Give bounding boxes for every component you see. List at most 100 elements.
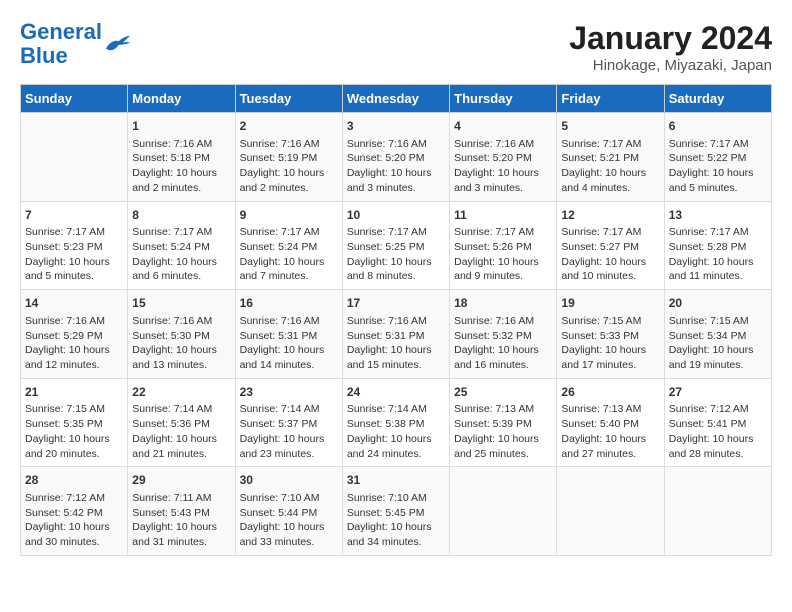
day-info: Sunrise: 7:17 AMSunset: 5:27 PMDaylight:… bbox=[561, 225, 659, 284]
day-info: Sunrise: 7:13 AMSunset: 5:40 PMDaylight:… bbox=[561, 402, 659, 461]
day-number: 3 bbox=[347, 118, 445, 135]
calendar-cell: 23Sunrise: 7:14 AMSunset: 5:37 PMDayligh… bbox=[235, 378, 342, 467]
day-number: 6 bbox=[669, 118, 767, 135]
day-info: Sunrise: 7:17 AMSunset: 5:28 PMDaylight:… bbox=[669, 225, 767, 284]
calendar-week-row: 1Sunrise: 7:16 AMSunset: 5:18 PMDaylight… bbox=[21, 113, 772, 202]
calendar-cell: 22Sunrise: 7:14 AMSunset: 5:36 PMDayligh… bbox=[128, 378, 235, 467]
day-number: 5 bbox=[561, 118, 659, 135]
day-info: Sunrise: 7:15 AMSunset: 5:34 PMDaylight:… bbox=[669, 314, 767, 373]
day-number: 27 bbox=[669, 384, 767, 401]
calendar-week-row: 21Sunrise: 7:15 AMSunset: 5:35 PMDayligh… bbox=[21, 378, 772, 467]
day-number: 8 bbox=[132, 207, 230, 224]
day-info: Sunrise: 7:12 AMSunset: 5:41 PMDaylight:… bbox=[669, 402, 767, 461]
day-number: 2 bbox=[240, 118, 338, 135]
day-info: Sunrise: 7:17 AMSunset: 5:24 PMDaylight:… bbox=[132, 225, 230, 284]
page-header: General Blue January 2024 Hinokage, Miya… bbox=[20, 20, 772, 74]
day-number: 23 bbox=[240, 384, 338, 401]
day-number: 24 bbox=[347, 384, 445, 401]
day-info: Sunrise: 7:15 AMSunset: 5:33 PMDaylight:… bbox=[561, 314, 659, 373]
calendar-cell: 3 Sunrise: 7:16 AMSunset: 5:20 PMDaylight… bbox=[342, 113, 449, 202]
day-info: Sunrise: 7:16 AMSunset: 5:20 PMDaylight:… bbox=[347, 137, 445, 196]
calendar-cell: 21Sunrise: 7:15 AMSunset: 5:35 PMDayligh… bbox=[21, 378, 128, 467]
calendar-cell: 31Sunrise: 7:10 AMSunset: 5:45 PMDayligh… bbox=[342, 467, 449, 556]
day-number: 13 bbox=[669, 207, 767, 224]
day-number: 30 bbox=[240, 472, 338, 489]
calendar-cell: 19 Sunrise: 7:15 AMSunset: 5:33 PMDayligh… bbox=[557, 290, 664, 379]
day-number: 21 bbox=[25, 384, 123, 401]
day-number: 7 bbox=[25, 207, 123, 224]
weekday-header-tuesday: Tuesday bbox=[235, 85, 342, 113]
calendar-week-row: 28 Sunrise: 7:12 AMSunset: 5:42 PMDayligh… bbox=[21, 467, 772, 556]
day-info: Sunrise: 7:17 AMSunset: 5:26 PMDaylight:… bbox=[454, 225, 552, 284]
calendar-cell: 4 Sunrise: 7:16 AMSunset: 5:20 PMDaylight… bbox=[450, 113, 557, 202]
calendar-cell: 6 Sunrise: 7:17 AMSunset: 5:22 PMDaylight… bbox=[664, 113, 771, 202]
day-info: Sunrise: 7:16 AMSunset: 5:31 PMDaylight:… bbox=[347, 314, 445, 373]
calendar-cell: 20Sunrise: 7:15 AMSunset: 5:34 PMDayligh… bbox=[664, 290, 771, 379]
day-number: 22 bbox=[132, 384, 230, 401]
day-info: Sunrise: 7:16 AMSunset: 5:31 PMDaylight:… bbox=[240, 314, 338, 373]
day-info: Sunrise: 7:16 AMSunset: 5:18 PMDaylight:… bbox=[132, 137, 230, 196]
day-info: Sunrise: 7:16 AMSunset: 5:19 PMDaylight:… bbox=[240, 137, 338, 196]
day-info: Sunrise: 7:14 AMSunset: 5:36 PMDaylight:… bbox=[132, 402, 230, 461]
calendar-cell: 17 Sunrise: 7:16 AMSunset: 5:31 PMDayligh… bbox=[342, 290, 449, 379]
day-info: Sunrise: 7:17 AMSunset: 5:25 PMDaylight:… bbox=[347, 225, 445, 284]
day-number: 14 bbox=[25, 295, 123, 312]
day-number: 4 bbox=[454, 118, 552, 135]
page-subtitle: Hinokage, Miyazaki, Japan bbox=[569, 57, 772, 74]
calendar-cell bbox=[664, 467, 771, 556]
day-info: Sunrise: 7:11 AMSunset: 5:43 PMDaylight:… bbox=[132, 491, 230, 550]
calendar-cell: 24Sunrise: 7:14 AMSunset: 5:38 PMDayligh… bbox=[342, 378, 449, 467]
day-info: Sunrise: 7:17 AMSunset: 5:23 PMDaylight:… bbox=[25, 225, 123, 284]
calendar-header-row: SundayMondayTuesdayWednesdayThursdayFrid… bbox=[21, 85, 772, 113]
day-info: Sunrise: 7:16 AMSunset: 5:30 PMDaylight:… bbox=[132, 314, 230, 373]
weekday-header-friday: Friday bbox=[557, 85, 664, 113]
day-number: 29 bbox=[132, 472, 230, 489]
day-info: Sunrise: 7:16 AMSunset: 5:29 PMDaylight:… bbox=[25, 314, 123, 373]
day-info: Sunrise: 7:12 AMSunset: 5:42 PMDaylight:… bbox=[25, 491, 123, 550]
day-info: Sunrise: 7:17 AMSunset: 5:21 PMDaylight:… bbox=[561, 137, 659, 196]
calendar-cell: 18Sunrise: 7:16 AMSunset: 5:32 PMDayligh… bbox=[450, 290, 557, 379]
calendar-cell: 12Sunrise: 7:17 AMSunset: 5:27 PMDayligh… bbox=[557, 201, 664, 290]
day-number: 10 bbox=[347, 207, 445, 224]
logo-bird-icon bbox=[104, 31, 132, 53]
calendar-cell: 13Sunrise: 7:17 AMSunset: 5:28 PMDayligh… bbox=[664, 201, 771, 290]
calendar-cell: 25Sunrise: 7:13 AMSunset: 5:39 PMDayligh… bbox=[450, 378, 557, 467]
calendar-cell: 26Sunrise: 7:13 AMSunset: 5:40 PMDayligh… bbox=[557, 378, 664, 467]
calendar-cell bbox=[450, 467, 557, 556]
calendar-cell: 10Sunrise: 7:17 AMSunset: 5:25 PMDayligh… bbox=[342, 201, 449, 290]
weekday-header-thursday: Thursday bbox=[450, 85, 557, 113]
calendar-cell: 16 Sunrise: 7:16 AMSunset: 5:31 PMDayligh… bbox=[235, 290, 342, 379]
logo: General Blue bbox=[20, 20, 132, 68]
day-info: Sunrise: 7:16 AMSunset: 5:20 PMDaylight:… bbox=[454, 137, 552, 196]
day-number: 12 bbox=[561, 207, 659, 224]
calendar-table: SundayMondayTuesdayWednesdayThursdayFrid… bbox=[20, 84, 772, 556]
calendar-cell: 15Sunrise: 7:16 AMSunset: 5:30 PMDayligh… bbox=[128, 290, 235, 379]
weekday-header-saturday: Saturday bbox=[664, 85, 771, 113]
day-info: Sunrise: 7:10 AMSunset: 5:45 PMDaylight:… bbox=[347, 491, 445, 550]
day-info: Sunrise: 7:16 AMSunset: 5:32 PMDaylight:… bbox=[454, 314, 552, 373]
weekday-header-sunday: Sunday bbox=[21, 85, 128, 113]
day-info: Sunrise: 7:13 AMSunset: 5:39 PMDaylight:… bbox=[454, 402, 552, 461]
calendar-cell: 29 Sunrise: 7:11 AMSunset: 5:43 PMDayligh… bbox=[128, 467, 235, 556]
day-number: 28 bbox=[25, 472, 123, 489]
day-info: Sunrise: 7:14 AMSunset: 5:38 PMDaylight:… bbox=[347, 402, 445, 461]
day-number: 16 bbox=[240, 295, 338, 312]
calendar-cell: 7Sunrise: 7:17 AMSunset: 5:23 PMDaylight… bbox=[21, 201, 128, 290]
day-number: 19 bbox=[561, 295, 659, 312]
day-number: 26 bbox=[561, 384, 659, 401]
day-info: Sunrise: 7:14 AMSunset: 5:37 PMDaylight:… bbox=[240, 402, 338, 461]
calendar-cell: 5 Sunrise: 7:17 AMSunset: 5:21 PMDaylight… bbox=[557, 113, 664, 202]
day-info: Sunrise: 7:15 AMSunset: 5:35 PMDaylight:… bbox=[25, 402, 123, 461]
day-number: 25 bbox=[454, 384, 552, 401]
calendar-cell: 9Sunrise: 7:17 AMSunset: 5:24 PMDaylight… bbox=[235, 201, 342, 290]
calendar-week-row: 7Sunrise: 7:17 AMSunset: 5:23 PMDaylight… bbox=[21, 201, 772, 290]
day-number: 11 bbox=[454, 207, 552, 224]
day-info: Sunrise: 7:17 AMSunset: 5:22 PMDaylight:… bbox=[669, 137, 767, 196]
page-title: January 2024 bbox=[569, 20, 772, 57]
day-number: 17 bbox=[347, 295, 445, 312]
title-block: January 2024 Hinokage, Miyazaki, Japan bbox=[569, 20, 772, 74]
calendar-cell bbox=[557, 467, 664, 556]
calendar-cell: 2 Sunrise: 7:16 AMSunset: 5:19 PMDaylight… bbox=[235, 113, 342, 202]
calendar-cell: 11Sunrise: 7:17 AMSunset: 5:26 PMDayligh… bbox=[450, 201, 557, 290]
calendar-cell: 1Sunrise: 7:16 AMSunset: 5:18 PMDaylight… bbox=[128, 113, 235, 202]
